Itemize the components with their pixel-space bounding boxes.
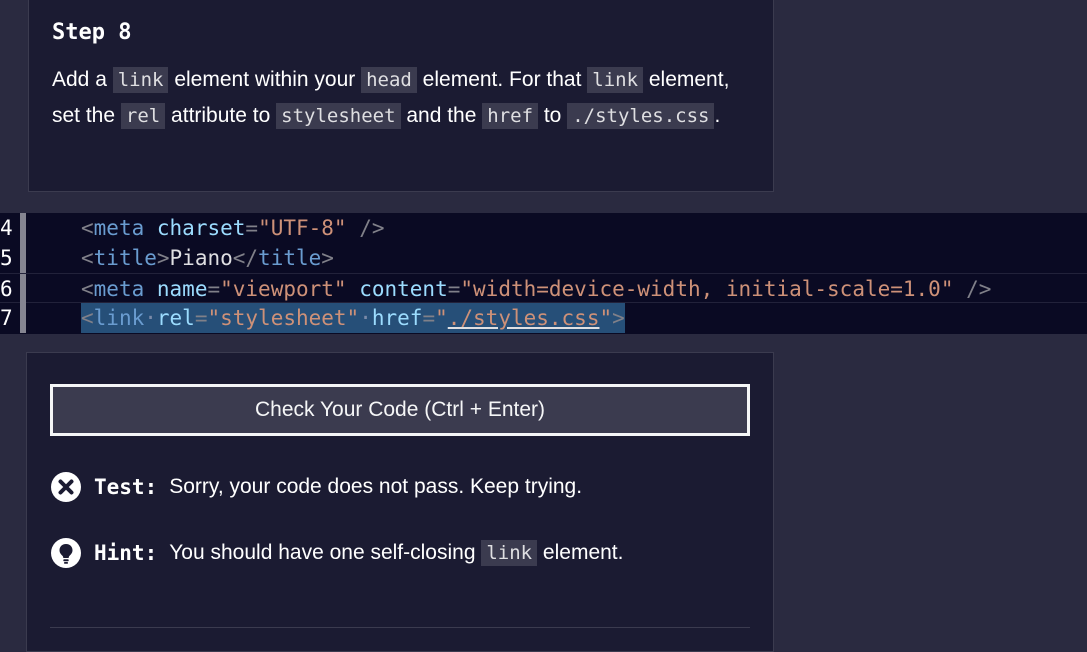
lightbulb-icon bbox=[51, 538, 81, 568]
instruction-text: to bbox=[538, 104, 568, 127]
step-instructions: Add a link element within your head elem… bbox=[52, 62, 742, 134]
code-token: rel bbox=[156, 306, 195, 330]
code-token: "stylesheet" bbox=[207, 306, 360, 330]
inline-code: stylesheet bbox=[276, 103, 401, 129]
inline-code: href bbox=[482, 103, 539, 129]
code-token: > bbox=[321, 246, 334, 270]
code-token: meta bbox=[93, 216, 145, 240]
step-title: Step 8 bbox=[52, 20, 132, 45]
code-token: /> bbox=[953, 277, 992, 301]
test-result: Test: Sorry, your code does not pass. Ke… bbox=[50, 471, 582, 503]
hint-text: element. bbox=[537, 541, 624, 564]
gutter-marker bbox=[20, 274, 26, 304]
code-line[interactable]: 5 <title>Piano</title> bbox=[0, 243, 1087, 273]
instruction-text: . bbox=[714, 104, 721, 127]
line-number: 4 bbox=[0, 216, 13, 240]
instruction-text: element within your bbox=[168, 68, 362, 91]
instruction-text: element. For that bbox=[416, 68, 588, 91]
code-content[interactable]: <meta name="viewport" content="width=dev… bbox=[81, 274, 991, 304]
x-circle-icon bbox=[51, 472, 81, 502]
line-number: 6 bbox=[0, 277, 13, 301]
selected-code[interactable]: <link·rel="stylesheet"·href="./styles.cs… bbox=[81, 303, 625, 333]
code-token: href bbox=[371, 306, 423, 330]
code-token: > bbox=[156, 246, 170, 270]
code-token: /> bbox=[346, 216, 385, 240]
code-line[interactable]: 7 <link·rel="stylesheet"·href="./styles.… bbox=[0, 303, 1087, 333]
whitespace-dot: · bbox=[359, 306, 372, 330]
code-token: charset bbox=[156, 216, 246, 240]
code-content[interactable]: <title>Piano</title> bbox=[81, 243, 334, 273]
code-token: " bbox=[599, 306, 613, 330]
code-line[interactable]: 4 <meta charset="UTF-8" /> bbox=[0, 213, 1087, 243]
code-token: "viewport" bbox=[220, 277, 347, 301]
code-content[interactable]: <meta charset="UTF-8" /> bbox=[81, 213, 385, 243]
inline-code: rel bbox=[120, 103, 166, 129]
code-token: = bbox=[245, 216, 259, 240]
code-token: meta bbox=[93, 277, 145, 301]
code-line[interactable]: 6 <meta name="viewport" content="width=d… bbox=[0, 273, 1087, 304]
instruction-text: and the bbox=[400, 104, 483, 127]
code-token: content bbox=[359, 277, 448, 301]
code-token: < bbox=[81, 246, 94, 270]
code-token: = bbox=[447, 277, 461, 301]
inline-code: ./styles.css bbox=[567, 103, 715, 129]
code-editor[interactable]: 4 <meta charset="UTF-8" /> 5 <title>Pian… bbox=[0, 213, 1087, 334]
code-token: "UTF-8" bbox=[258, 216, 347, 240]
code-token: > bbox=[612, 306, 625, 330]
code-token: title bbox=[93, 246, 157, 270]
hint-label: Hint: bbox=[94, 541, 158, 565]
line-number: 5 bbox=[0, 246, 13, 270]
gutter-marker bbox=[20, 243, 26, 273]
code-token: " bbox=[435, 306, 448, 330]
code-token: "width=device-width, initial-scale=1.0" bbox=[460, 277, 954, 301]
check-code-button[interactable]: Check Your Code (Ctrl + Enter) bbox=[50, 384, 750, 436]
code-token: name bbox=[156, 277, 208, 301]
hint-text: You should have one self-closing bbox=[169, 541, 482, 564]
code-token: < bbox=[81, 306, 94, 330]
code-token: </ bbox=[232, 246, 259, 270]
code-token: = bbox=[422, 306, 436, 330]
code-token: < bbox=[81, 216, 94, 240]
inline-code: head bbox=[361, 67, 417, 93]
code-token: ./styles.css bbox=[447, 306, 600, 330]
instruction-text: attribute to bbox=[165, 104, 277, 127]
hint-message: You should have one self-closing link el… bbox=[169, 540, 624, 566]
inline-code: link bbox=[587, 67, 644, 93]
code-token: Piano bbox=[169, 246, 233, 270]
code-token: title bbox=[258, 246, 322, 270]
code-token: link bbox=[93, 306, 145, 330]
whitespace-dot: · bbox=[144, 306, 157, 330]
hint-result: Hint: You should have one self-closing l… bbox=[50, 537, 623, 569]
step-description-card: Step 8 Add a link element within your he… bbox=[28, 0, 774, 192]
test-label: Test: bbox=[94, 475, 158, 499]
code-token: = bbox=[194, 306, 208, 330]
gutter-marker bbox=[20, 303, 26, 333]
divider bbox=[50, 627, 750, 628]
inline-code: link bbox=[481, 540, 538, 566]
test-results-card: Check Your Code (Ctrl + Enter) Test: Sor… bbox=[26, 352, 774, 652]
inline-code: link bbox=[112, 67, 169, 93]
line-number: 7 bbox=[0, 306, 13, 330]
instruction-text: Add a bbox=[52, 68, 113, 91]
code-token: = bbox=[207, 277, 221, 301]
code-token: < bbox=[81, 277, 94, 301]
test-message: Sorry, your code does not pass. Keep try… bbox=[169, 475, 583, 498]
gutter-marker bbox=[20, 213, 26, 243]
